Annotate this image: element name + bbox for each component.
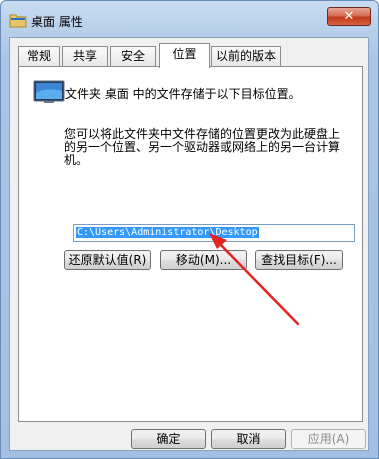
explanation-line: 的另一个位置、另一个驱动器或网络上的另一台计算 (64, 140, 341, 154)
tab-location[interactable]: 位置 (159, 43, 210, 68)
tab-previous-versions[interactable]: 以前的版本 (211, 46, 281, 66)
tab-sharing[interactable]: 共享 (62, 46, 108, 66)
dialog-client: 常规 共享 安全 位置 以前的版本 文件夹 桌面 中的文件存储于以下目标位置。 … (9, 37, 369, 451)
close-button[interactable]: ✕ (327, 7, 371, 26)
location-panel: 文件夹 桌面 中的文件存储于以下目标位置。 您可以将此文件夹中文件存储的位置更改… (18, 66, 363, 422)
tab-general[interactable]: 常规 (18, 46, 60, 66)
tab-security[interactable]: 安全 (110, 46, 156, 66)
location-description: 文件夹 桌面 中的文件存储于以下目标位置。 (65, 87, 301, 101)
cancel-button[interactable]: 取消 (211, 429, 286, 449)
folder-icon (9, 14, 27, 28)
restore-default-button[interactable]: 还原默认值(R) (64, 250, 151, 270)
explanation-line: 机。 (64, 153, 89, 167)
close-icon: ✕ (343, 9, 355, 24)
annotation-arrow-icon (209, 233, 300, 326)
desktop-icon (33, 80, 65, 103)
ok-button[interactable]: 确定 (131, 429, 206, 449)
properties-dialog: 桌面 属性 ✕ 常规 共享 安全 位置 以前的版本 文件夹 桌面 中的文件存储于… (0, 0, 379, 459)
window-title: 桌面 属性 (31, 15, 83, 29)
apply-button[interactable]: 应用(A) (291, 429, 366, 449)
title-bar[interactable]: 桌面 属性 ✕ (1, 1, 378, 37)
location-explanation: 您可以将此文件夹中文件存储的位置更改为此硬盘上 的另一个位置、另一个驱动器或网络… (64, 128, 349, 167)
